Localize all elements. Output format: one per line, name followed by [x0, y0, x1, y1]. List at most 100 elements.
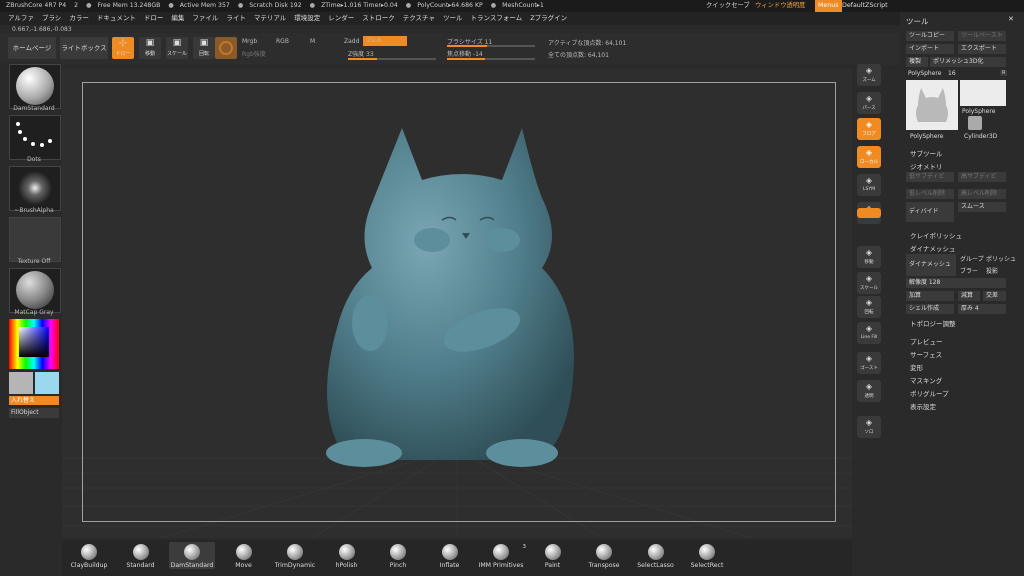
blur-slider[interactable]: ブラー: [960, 266, 978, 275]
deform-section[interactable]: 変形: [910, 362, 923, 372]
secondary-color-swatch[interactable]: [35, 372, 59, 394]
brush-shelf-item[interactable]: IMM Primitives 3: [478, 542, 526, 569]
default-zscript-button[interactable]: DefaultZScript: [842, 0, 888, 12]
view-control-button[interactable]: ◈ ズーム: [857, 64, 881, 86]
group-toggle[interactable]: グループ: [960, 254, 984, 263]
primary-color-swatch[interactable]: [9, 372, 33, 394]
dynamesh-button[interactable]: ダイナメッシュ: [906, 254, 956, 276]
menu-item[interactable]: ドロー: [144, 12, 164, 25]
quicksave-button[interactable]: クイックセーブ: [706, 0, 750, 12]
mrgb-button[interactable]: Mrgb: [242, 38, 257, 45]
lightbox-button[interactable]: ライトボックス: [60, 37, 108, 59]
menu-item[interactable]: ブラシ: [42, 12, 61, 25]
material-selector[interactable]: [9, 268, 61, 313]
color-picker[interactable]: [9, 319, 59, 369]
preview-section[interactable]: プレビュー: [910, 336, 943, 346]
move-mode-button[interactable]: ▣ 移動: [139, 37, 161, 59]
m-button[interactable]: M: [310, 38, 315, 45]
menu-item[interactable]: ツール: [443, 12, 463, 25]
draw-mode-button[interactable]: ⊹ ドロー: [112, 37, 134, 59]
menu-item[interactable]: レンダー: [328, 12, 354, 25]
home-page-button[interactable]: ホームページ: [8, 37, 56, 59]
thickness-slider[interactable]: 厚み 4: [958, 304, 1006, 314]
delete-lower-button[interactable]: 低レベル削除: [906, 189, 954, 199]
higher-subdiv-button[interactable]: 高サブディビ: [958, 172, 1006, 182]
color-picker-square[interactable]: [19, 327, 49, 357]
menu-item[interactable]: ドキュメント: [97, 12, 136, 25]
clone-button[interactable]: 複製: [906, 57, 928, 67]
polysphere-thumbnail[interactable]: [960, 80, 1006, 106]
add-button[interactable]: 加算: [906, 291, 954, 301]
close-icon[interactable]: ✕: [1008, 15, 1014, 23]
divide-button[interactable]: ディバイド: [906, 202, 954, 222]
texture-selector[interactable]: [9, 217, 61, 262]
rgb-button[interactable]: RGB: [276, 38, 289, 45]
make-polymesh3d-button[interactable]: ポリメッシュ3D化: [930, 57, 1006, 67]
create-shell-button[interactable]: シェル作成: [906, 304, 954, 314]
tool-paste-button[interactable]: ツールペースト: [958, 31, 1006, 41]
brush-size-track[interactable]: [447, 45, 535, 47]
delete-higher-button[interactable]: 高レベル削除: [958, 189, 1006, 199]
scale-mode-button[interactable]: ▣ スケール: [166, 37, 188, 59]
brush-shelf-item[interactable]: Paint: [530, 542, 576, 569]
menu-item[interactable]: 編集: [171, 12, 184, 25]
brush-shelf-item[interactable]: TrimDynamic: [272, 542, 318, 569]
view-control-button[interactable]: ◈ LSYM: [857, 174, 881, 196]
geometry-section[interactable]: ジオメトリ: [910, 161, 943, 171]
current-material-button[interactable]: [215, 37, 237, 59]
brush-shelf-item[interactable]: ClayBuildup: [66, 542, 112, 569]
local-symmetry-toggle[interactable]: [857, 208, 881, 218]
alpha-selector[interactable]: [9, 166, 61, 211]
menu-item[interactable]: 環境設定: [294, 12, 320, 25]
view-control-button[interactable]: ◈ スケール: [857, 272, 881, 294]
stroke-selector[interactable]: [9, 115, 61, 160]
fill-object-button[interactable]: FillObject: [9, 408, 59, 418]
subtract-button[interactable]: 減算: [958, 291, 980, 301]
menu-item[interactable]: トランスフォーム: [471, 12, 523, 25]
subtool-section[interactable]: サブツール: [910, 148, 943, 158]
brush-shelf-item[interactable]: Inflate: [427, 542, 473, 569]
menus-button[interactable]: Menus: [815, 0, 842, 12]
project-toggle[interactable]: 投影: [986, 266, 998, 275]
z-intensity-slider[interactable]: Z強度 33: [348, 49, 374, 58]
menu-item[interactable]: ライト: [226, 12, 246, 25]
topology-section[interactable]: トポロジー調整: [910, 318, 956, 328]
brush-shelf-item[interactable]: Transpose: [581, 542, 627, 569]
view-control-button[interactable]: ◈ 透明: [857, 380, 881, 402]
menu-item[interactable]: Zプラグイン: [530, 12, 567, 25]
cylinder3d-thumbnail[interactable]: [968, 116, 982, 130]
intersect-button[interactable]: 交差: [983, 291, 1006, 301]
menu-item[interactable]: ストローク: [362, 12, 395, 25]
brush-shelf-item[interactable]: SelectLasso: [633, 542, 679, 569]
view-control-button[interactable]: ◈ パース: [857, 92, 881, 114]
export-button[interactable]: エクスポート: [958, 44, 1006, 54]
z-intensity-track[interactable]: [348, 58, 436, 60]
menu-item[interactable]: テクスチャ: [403, 12, 435, 25]
rotate-mode-button[interactable]: ▣ 回転: [193, 37, 215, 59]
focal-shift-track[interactable]: [447, 58, 535, 60]
brush-shelf-item[interactable]: Pinch: [375, 542, 421, 569]
rgb-intensity-slider[interactable]: Rgb強度: [242, 49, 266, 58]
smooth-toggle[interactable]: スムース: [958, 202, 1006, 212]
dynamesh-section[interactable]: ダイナメッシュ: [910, 243, 955, 253]
lower-subdiv-button[interactable]: 低サブディビ: [906, 172, 954, 182]
tool-copy-button[interactable]: ツールコピー: [906, 31, 954, 41]
zsub-button[interactable]: Zsub: [363, 36, 407, 46]
polygroups-section[interactable]: ポリグループ: [910, 388, 949, 398]
view-control-button[interactable]: ◈ Line Fill: [857, 322, 881, 344]
surface-section[interactable]: サーフェス: [910, 349, 942, 359]
claypolish-section[interactable]: クレイポリッシュ: [910, 230, 962, 240]
tool-r-button[interactable]: R: [1000, 70, 1008, 76]
menu-item[interactable]: アルファ: [8, 12, 34, 25]
focal-shift-slider[interactable]: 焦点移動 -14: [447, 49, 483, 58]
brush-shelf-item[interactable]: SelectRect: [684, 542, 730, 569]
view-control-button[interactable]: ◈ ゴースト: [857, 352, 881, 374]
view-control-button[interactable]: ◈ 回転: [857, 296, 881, 318]
window-transparency-toggle[interactable]: ウィンドウ透明度: [755, 0, 805, 12]
menu-item[interactable]: マテリアル: [254, 12, 286, 25]
resolution-slider[interactable]: 解像度 128: [906, 278, 1006, 288]
masking-section[interactable]: マスキング: [910, 375, 942, 385]
brush-shelf-item[interactable]: hPolish: [324, 542, 370, 569]
brush-shelf-item[interactable]: Move: [221, 542, 267, 569]
view-control-button[interactable]: ◈ ローカル: [857, 146, 881, 168]
